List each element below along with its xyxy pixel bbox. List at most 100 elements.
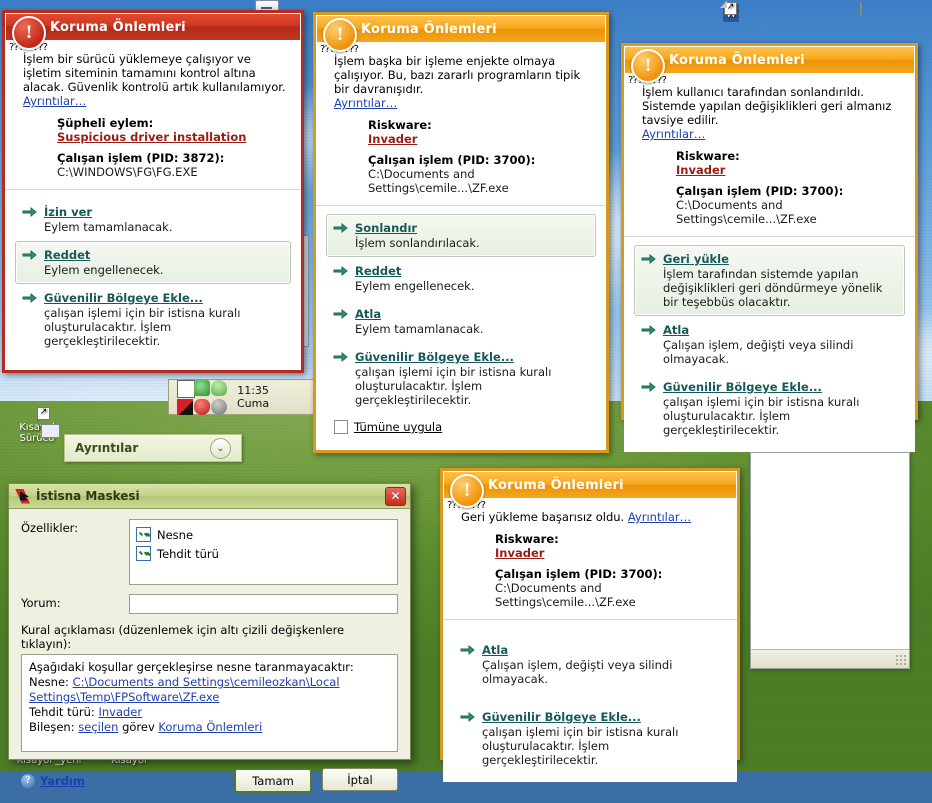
action-item-guvenilir-bolgeye-ekle[interactable]: Güvenilir Bölgeye Ekle... çalışan işlemi… (453, 703, 727, 774)
titlebar[interactable]: İstisna Maskesi ✕ (9, 484, 410, 509)
alert-field-0: Riskware: Invader (495, 532, 727, 560)
details-link[interactable]: Ayrıntılar… (23, 94, 86, 108)
field-value[interactable]: Suspicious driver installation (57, 130, 291, 144)
desktop-icon-word-doc[interactable]: W↗ (694, 1, 758, 22)
checkbox-row-nesne[interactable]: Nesne (136, 527, 391, 542)
rule-component-task[interactable]: Koruma Önlemleri (158, 720, 262, 734)
details-link[interactable]: Ayrıntılar… (642, 127, 705, 141)
rule-component-value[interactable]: seçilen (78, 720, 118, 734)
rule-threat-value[interactable]: Invader (98, 705, 142, 719)
alert-field-1: Çalışan işlem (PID: 3700): C:\Documents … (676, 184, 905, 226)
desktop-icon-kisayol-surucu[interactable]: ↗ Kısayol Sürücü (10, 407, 64, 444)
resize-grip[interactable] (895, 654, 906, 665)
action-item-sonlandir[interactable]: Sonlandır İşlem sonlandırılacak. (326, 214, 596, 257)
action-title[interactable]: Güvenilir Bölgeye Ekle... (482, 710, 641, 724)
alert-message-text: İşlem başka bir işleme enjekte olmaya ça… (334, 54, 581, 96)
apply-to-all-row[interactable]: Tümüne uygula (326, 414, 596, 436)
dialog-buttons: Tamam İptal (234, 768, 398, 793)
action-item-guvenilir-bolgeye-ekle[interactable]: Güvenilir Bölgeye Ekle... çalışan işlemi… (15, 284, 291, 355)
kaspersky-tray-icon[interactable] (177, 398, 193, 415)
tehdit-turu-checkbox[interactable] (136, 546, 151, 561)
user-tray-icon[interactable] (211, 379, 227, 396)
ok-button[interactable]: Tamam (234, 768, 312, 793)
action-title[interactable]: Reddet (44, 248, 90, 262)
alert-window-injection[interactable]: ! Koruma Önlemleri ???????? İşlem başka … (313, 12, 609, 453)
alert-body: İşlem başka bir işleme enjekte olmaya ça… (316, 54, 606, 199)
action-title[interactable]: İzin ver (44, 205, 92, 219)
disk-tray-icon[interactable] (211, 398, 227, 415)
comment-input[interactable] (129, 594, 398, 614)
action-item-atla[interactable]: Atla Eylem tamamlanacak. (326, 300, 596, 343)
field-value[interactable]: Invader (368, 132, 596, 146)
encoding-artifact-text: ???????? (624, 74, 915, 86)
action-item-izin-ver[interactable]: İzin ver Eylem tamamlanacak. (15, 198, 291, 241)
action-title[interactable]: Atla (482, 643, 508, 657)
dialog-body: Özellikler: Nesne Tehdit türü Yorum: Kur… (9, 509, 410, 760)
arrow-right-icon (22, 206, 37, 234)
titlebar[interactable]: ! Koruma Önlemleri (443, 471, 737, 508)
action-item-geri-yukle[interactable]: Geri yükle İşlem tarafından sistemde yap… (634, 245, 905, 316)
exclusion-mask-dialog[interactable]: İstisna Maskesi ✕ Özellikler: Nesne Tehd… (8, 483, 411, 793)
alert-window-suspicious-driver[interactable]: ! Koruma Önlemleri ???????? İşlem bir sü… (2, 10, 304, 373)
tray-clock[interactable]: 11:35 Cuma (237, 384, 269, 410)
close-icon[interactable]: ✕ (385, 486, 406, 506)
alert-window-terminated[interactable]: ! Koruma Önlemleri ???????? İşlem kullan… (621, 43, 918, 452)
help-icon: ? (21, 773, 35, 788)
rule-threat-label: Tehdit türü: (29, 705, 95, 719)
arrow-right-icon (333, 308, 348, 336)
checkbox-row-tehdit-turu[interactable]: Tehdit türü (136, 546, 391, 561)
action-title[interactable]: Atla (663, 323, 689, 337)
action-desc: çalışan işlemi için bir istisna kuralı o… (355, 365, 552, 407)
alert-body: İşlem kullanıcı tarafından sonlandırıldı… (624, 85, 915, 230)
action-desc: çalışan işlemi için bir istisna kuralı o… (663, 395, 860, 437)
titlebar[interactable]: ! Koruma Önlemleri (624, 46, 915, 83)
apply-to-all-checkbox[interactable] (334, 420, 348, 434)
shield-alert-tray-icon[interactable] (194, 398, 210, 415)
field-value[interactable]: Invader (495, 546, 727, 560)
comment-label: Yorum: (21, 596, 61, 610)
window-title: Koruma Önlemleri (669, 52, 805, 68)
apply-to-all-label[interactable]: Tümüne uygula (354, 420, 442, 434)
help-link[interactable]: Yardım (40, 774, 85, 788)
action-item-atla[interactable]: Atla Çalışan işlem, değişti veya silindi… (453, 636, 727, 693)
rule-description-box[interactable]: Aşağıdaki koşullar gerçekleşirse nesne t… (21, 654, 398, 752)
update-tray-icon[interactable] (194, 379, 210, 396)
action-title[interactable]: Reddet (355, 264, 401, 278)
action-title[interactable]: Atla (355, 307, 381, 321)
action-item-reddet[interactable]: Reddet Eylem engellenecek. (15, 241, 291, 284)
action-desc: İşlem sonlandırılacak. (355, 236, 480, 250)
nesne-checkbox[interactable] (136, 527, 151, 542)
action-item-atla[interactable]: Atla Çalışan işlem, değişti veya silindi… (634, 316, 905, 373)
action-title[interactable]: Güvenilir Bölgeye Ekle... (355, 350, 514, 364)
calendar-tray-icon[interactable] (177, 379, 195, 398)
status-bar (751, 649, 909, 668)
titlebar[interactable]: ! Koruma Önlemleri (5, 13, 301, 50)
action-desc: Çalışan işlem, değişti veya silindi olma… (663, 338, 854, 366)
action-title[interactable]: Sonlandır (355, 221, 417, 235)
cancel-button[interactable]: İptal (322, 768, 398, 791)
rule-object-value[interactable]: C:\Documents and Settings\cemileozkan\Lo… (29, 675, 340, 704)
chevron-down-icon[interactable]: ⌄ (210, 437, 231, 459)
action-title[interactable]: Güvenilir Bölgeye Ekle... (663, 380, 822, 394)
rule-intro: Aşağıdaki koşullar gerçekleşirse nesne t… (29, 660, 354, 674)
titlebar[interactable]: ! Koruma Önlemleri (316, 15, 606, 52)
background-window[interactable] (750, 452, 910, 669)
alert-window-rollback-failed[interactable]: ! Koruma Önlemleri ???????? Geri yükleme… (440, 468, 740, 782)
encoding-artifact-text: ???????? (443, 499, 737, 511)
desktop-icon-notepad-doc[interactable] (829, 2, 893, 16)
details-link[interactable]: Ayrıntılar… (628, 510, 691, 524)
details-link[interactable]: Ayrıntılar… (334, 96, 397, 110)
action-title[interactable]: Geri yükle (663, 252, 729, 266)
action-title[interactable]: Güvenilir Bölgeye Ekle... (44, 291, 203, 305)
arrow-right-icon (641, 324, 656, 366)
action-item-reddet[interactable]: Reddet Eylem engellenecek. (326, 257, 596, 300)
field-value[interactable]: Invader (676, 163, 905, 177)
alert-message-text: Geri yükleme başarısız oldu. (461, 510, 625, 524)
help-link-group[interactable]: ? Yardım (21, 773, 85, 788)
action-item-guvenilir-bolgeye-ekle[interactable]: Güvenilir Bölgeye Ekle... çalışan işlemi… (326, 343, 596, 414)
details-panel[interactable]: Ayrıntılar ⌄ (64, 434, 242, 462)
action-item-guvenilir-bolgeye-ekle[interactable]: Güvenilir Bölgeye Ekle... çalışan işlemi… (634, 373, 905, 444)
tray-icons[interactable] (177, 379, 227, 415)
system-tray[interactable]: 11:35 Cuma (168, 379, 314, 415)
properties-listbox[interactable]: Nesne Tehdit türü (129, 519, 398, 585)
